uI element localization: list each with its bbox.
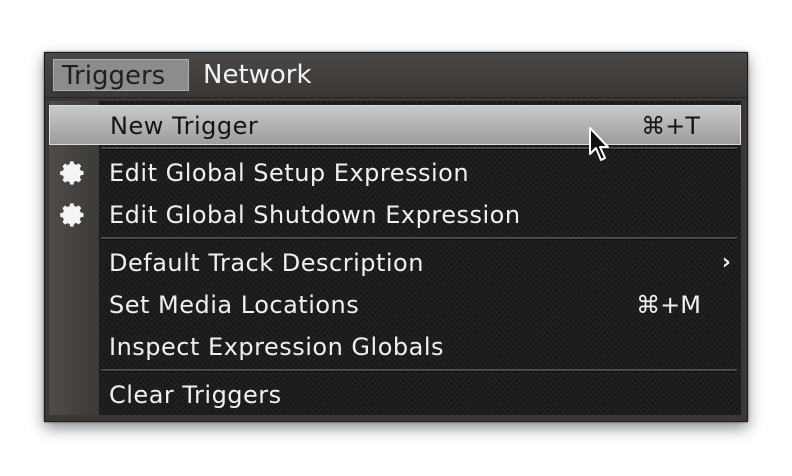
menu-separator	[101, 237, 737, 240]
shortcut-label: ⌘+T	[641, 112, 700, 140]
menu-network[interactable]: Network	[195, 59, 320, 91]
gear-icon	[60, 161, 84, 185]
menu-item-label: Set Media Locations	[109, 291, 360, 319]
gear-icon	[60, 203, 84, 227]
menu-item-label: Clear Triggers	[109, 381, 282, 409]
shortcut-label: ⌘+M	[636, 291, 701, 319]
menu-item-edit-global-setup-expression[interactable]: Edit Global Setup Expression	[49, 153, 741, 193]
triggers-dropdown-menu: New Trigger ⌘+T Edit Global Setup Expres…	[49, 101, 741, 415]
menu-item-clear-triggers[interactable]: Clear Triggers	[49, 375, 741, 415]
menu-item-label: New Trigger	[110, 112, 259, 140]
menu-triggers[interactable]: Triggers	[53, 59, 189, 91]
menu-separator	[101, 147, 737, 150]
menu-bar: Triggers Network	[45, 53, 747, 98]
menu-item-label: Edit Global Setup Expression	[109, 159, 470, 187]
menu-item-new-trigger[interactable]: New Trigger ⌘+T	[49, 105, 741, 145]
mouse-pointer-icon	[589, 127, 609, 161]
menu-item-inspect-expression-globals[interactable]: Inspect Expression Globals	[49, 327, 741, 367]
app-window: Triggers Network New Trigger ⌘+T Edit Gl…	[44, 52, 748, 422]
chevron-right-icon: ›	[721, 250, 731, 275]
menu-item-set-media-locations[interactable]: Set Media Locations ⌘+M	[49, 285, 741, 325]
menu-item-label: Default Track Description	[109, 249, 424, 277]
menu-item-default-track-description[interactable]: Default Track Description ›	[49, 243, 741, 283]
menu-separator	[101, 369, 737, 372]
menu-item-edit-global-shutdown-expression[interactable]: Edit Global Shutdown Expression	[49, 195, 741, 235]
menu-item-label: Inspect Expression Globals	[109, 333, 444, 361]
menu-item-label: Edit Global Shutdown Expression	[109, 201, 521, 229]
